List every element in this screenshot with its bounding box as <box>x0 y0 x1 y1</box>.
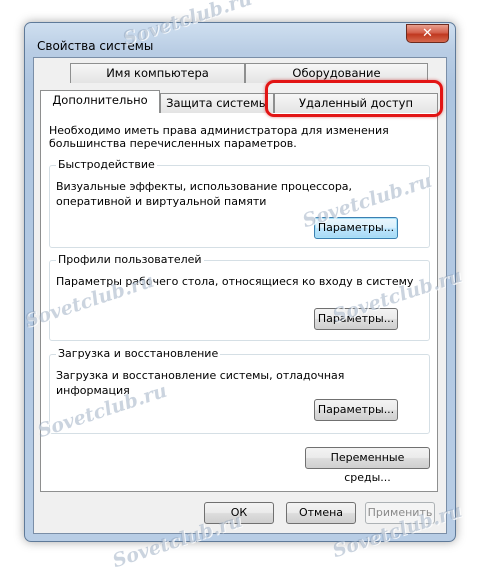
group-desc-startup-recovery: Загрузка и восстановление системы, отлад… <box>56 369 345 397</box>
performance-settings-button[interactable]: Параметры... <box>314 217 398 239</box>
admin-rights-notice: Необходимо иметь права администратора дл… <box>49 124 389 150</box>
window-title: Свойства системы <box>37 39 154 53</box>
title-bar[interactable]: Свойства системы ✕ <box>25 23 455 57</box>
group-title-startup-recovery: Загрузка и восстановление <box>56 347 221 360</box>
remote-access-highlight <box>265 80 443 117</box>
tab-computer-name[interactable]: Имя компьютера <box>70 63 245 83</box>
startup-recovery-settings-button[interactable]: Параметры... <box>314 399 398 421</box>
ok-button[interactable]: ОК <box>204 502 274 524</box>
group-title-user-profiles: Профили пользователей <box>56 253 204 266</box>
tab-advanced[interactable]: Дополнительно <box>40 90 160 113</box>
group-desc-user-profiles: Параметры рабочего стола, относящиеся ко… <box>56 275 414 288</box>
close-button[interactable]: ✕ <box>406 24 449 43</box>
cancel-button[interactable]: Отмена <box>286 502 356 524</box>
user-profiles-settings-button[interactable]: Параметры... <box>314 308 398 330</box>
group-startup-recovery: Загрузка и восстановление Загрузка и вос… <box>49 347 430 434</box>
group-desc-performance: Визуальные эффекты, использование процес… <box>56 180 353 208</box>
tab-system-protection[interactable]: Защита системы <box>160 93 274 113</box>
apply-button[interactable]: Применить <box>365 502 435 524</box>
environment-variables-button[interactable]: Переменные среды... <box>305 447 430 484</box>
dialog-client-area: Имя компьютера Оборудование Дополнительн… <box>33 57 447 534</box>
group-user-profiles: Профили пользователей Параметры рабочего… <box>49 253 430 341</box>
tab-panel-advanced: Необходимо иметь права администратора дл… <box>40 112 438 492</box>
group-performance: Быстродействие Визуальные эффекты, испол… <box>49 158 430 248</box>
group-title-performance: Быстродействие <box>56 158 157 171</box>
